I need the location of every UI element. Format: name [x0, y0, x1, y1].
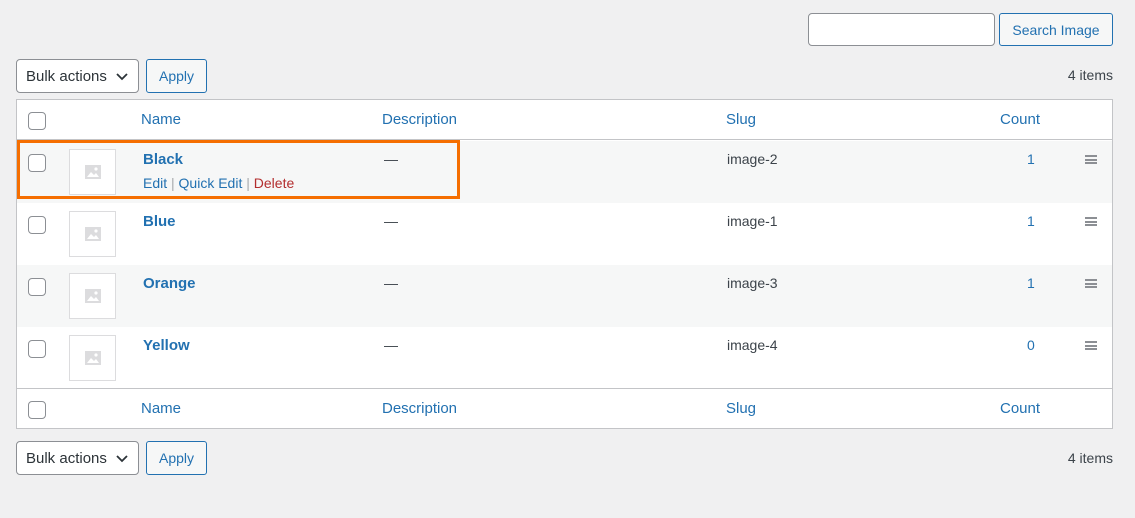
row-description: — — [384, 275, 398, 291]
table-row: Black Edit | Quick Edit | Delete — image… — [17, 141, 1112, 203]
row-checkbox[interactable] — [28, 340, 46, 358]
table-row: Blue — image-1 1 — [17, 203, 1112, 265]
search-button[interactable]: Search Image — [999, 13, 1113, 46]
row-count-link[interactable]: 1 — [1027, 275, 1035, 291]
drag-handle-icon[interactable] — [1085, 279, 1097, 288]
table-header: Name Description Slug Count — [17, 100, 1112, 140]
tablenav-bottom: Bulk actions Apply 4 items — [16, 441, 1113, 475]
table-row: Yellow — image-4 0 — [17, 327, 1112, 389]
column-name-sort[interactable]: Name — [141, 400, 181, 417]
row-description: — — [384, 213, 398, 229]
row-title-link[interactable]: Black — [143, 151, 183, 168]
bulk-actions-label: Bulk actions — [26, 67, 107, 85]
row-title-link[interactable]: Yellow — [143, 337, 190, 354]
item-count: 4 items — [1067, 450, 1113, 466]
edit-link[interactable]: Edit — [143, 175, 167, 191]
table-footer: Name Description Slug Count — [17, 388, 1112, 428]
apply-button[interactable]: Apply — [146, 59, 207, 93]
chevron-down-icon — [116, 73, 128, 81]
row-checkbox[interactable] — [28, 278, 46, 296]
terms-table: Name Description Slug Count Black Edit |… — [16, 99, 1113, 429]
row-count-link[interactable]: 0 — [1027, 337, 1035, 353]
row-description: — — [384, 151, 398, 167]
quick-edit-link[interactable]: Quick Edit — [179, 175, 243, 191]
select-all-checkbox[interactable] — [28, 112, 46, 130]
row-count-link[interactable]: 1 — [1027, 213, 1035, 229]
separator: | — [246, 175, 250, 191]
select-all-checkbox-footer[interactable] — [28, 401, 46, 419]
drag-handle-icon[interactable] — [1085, 155, 1097, 164]
search-box: Search Image — [808, 13, 1113, 46]
separator: | — [171, 175, 175, 191]
bulk-actions-select[interactable]: Bulk actions — [16, 441, 139, 475]
row-title-link[interactable]: Orange — [143, 275, 196, 292]
image-placeholder-icon — [69, 273, 116, 319]
tablenav-top: Bulk actions Apply 4 items — [16, 59, 1113, 93]
column-description-sort[interactable]: Description — [382, 400, 457, 417]
row-title-link[interactable]: Blue — [143, 213, 176, 230]
table-row: Orange — image-3 1 — [17, 265, 1112, 327]
column-count-sort[interactable]: Count — [1000, 400, 1040, 417]
delete-link[interactable]: Delete — [254, 175, 294, 191]
image-placeholder-icon — [69, 149, 116, 195]
row-actions: Edit | Quick Edit | Delete — [143, 175, 294, 191]
row-count-link[interactable]: 1 — [1027, 151, 1035, 167]
row-slug: image-3 — [727, 275, 778, 291]
bulk-actions-label: Bulk actions — [26, 449, 107, 467]
item-count: 4 items — [1067, 67, 1113, 83]
drag-handle-icon[interactable] — [1085, 341, 1097, 350]
row-checkbox[interactable] — [28, 216, 46, 234]
image-placeholder-icon — [69, 335, 116, 381]
drag-handle-icon[interactable] — [1085, 217, 1097, 226]
row-slug: image-4 — [727, 337, 778, 353]
apply-button[interactable]: Apply — [146, 441, 207, 475]
row-checkbox[interactable] — [28, 154, 46, 172]
row-slug: image-1 — [727, 213, 778, 229]
bulk-actions-select[interactable]: Bulk actions — [16, 59, 139, 93]
column-name-sort[interactable]: Name — [141, 111, 181, 128]
search-input[interactable] — [808, 13, 995, 46]
column-description-sort[interactable]: Description — [382, 111, 457, 128]
column-slug-sort[interactable]: Slug — [726, 400, 756, 417]
row-description: — — [384, 337, 398, 353]
column-count-sort[interactable]: Count — [1000, 111, 1040, 128]
column-slug-sort[interactable]: Slug — [726, 111, 756, 128]
chevron-down-icon — [116, 455, 128, 463]
image-placeholder-icon — [69, 211, 116, 257]
row-slug: image-2 — [727, 151, 778, 167]
